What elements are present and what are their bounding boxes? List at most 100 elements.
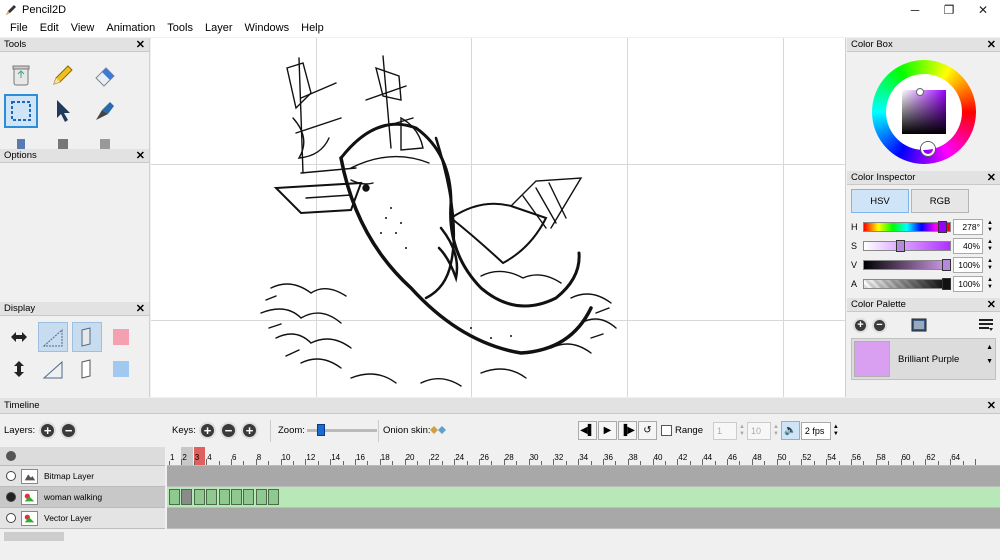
menu-tools[interactable]: Tools	[167, 22, 193, 34]
saturation-spin-arrows[interactable]: ▲ ▼	[984, 238, 996, 254]
hue-slider[interactable]	[863, 220, 951, 233]
layer-row-woman-walking[interactable]: woman walking	[0, 487, 165, 508]
menu-windows[interactable]: Windows	[245, 22, 290, 34]
flip-vertical-button[interactable]	[4, 354, 34, 384]
keyframe[interactable]	[243, 489, 255, 505]
range-end-arrows[interactable]: ▲ ▼	[773, 424, 779, 438]
maximize-button[interactable]: ❐	[932, 0, 966, 19]
alpha-value[interactable]: 100%	[953, 275, 983, 292]
onion-prev-outline-button[interactable]	[38, 354, 68, 384]
keyframe[interactable]	[206, 489, 218, 505]
add-key-button[interactable]: +	[199, 422, 216, 439]
duplicate-key-button[interactable]: +	[241, 422, 258, 439]
close-display-panel-button[interactable]: ✕	[136, 302, 145, 315]
frame-ruler[interactable]: 1 2 3 4 6 8 10 12 14 16 18 20 22 24 26 28 30 32 34 36 38 40 42…	[167, 447, 1000, 466]
close-color-palette-button[interactable]: ✕	[987, 298, 996, 311]
palette-image-icon[interactable]	[911, 318, 927, 332]
onion-skin-icon[interactable]	[429, 424, 447, 439]
layer-row-vector-layer[interactable]: Vector Layer	[0, 508, 165, 529]
layer-visibility-icon[interactable]	[6, 513, 16, 523]
close-timeline-button[interactable]: ✕	[987, 399, 996, 412]
remove-layer-button[interactable]: −	[60, 422, 78, 439]
onion-next-button[interactable]	[72, 322, 102, 352]
add-layer-button[interactable]: +	[39, 422, 57, 439]
jump-to-end-button[interactable]: ▐▶	[618, 421, 637, 440]
color-square-handle[interactable]	[915, 87, 924, 96]
color-wheel-hue-handle[interactable]	[920, 141, 935, 156]
keyframe[interactable]	[231, 489, 242, 505]
keyframe[interactable]	[268, 489, 280, 505]
clear-tool-button[interactable]	[4, 58, 38, 92]
hand-tool-button[interactable]	[4, 130, 38, 149]
toggle-all-visibility-icon[interactable]	[6, 451, 16, 461]
remove-color-icon[interactable]: −	[872, 317, 887, 333]
onion-next-outline-button[interactable]	[72, 354, 102, 384]
alpha-slider[interactable]	[863, 277, 951, 290]
saturation-value[interactable]: 40%	[953, 237, 983, 254]
keyframe[interactable]	[193, 489, 205, 505]
close-color-box-button[interactable]: ✕	[987, 38, 996, 51]
range-start-input[interactable]: 1	[713, 421, 737, 440]
sound-button[interactable]: 🔈	[780, 421, 800, 440]
layer-visibility-icon[interactable]	[6, 492, 16, 502]
range-start-arrows[interactable]: ▲ ▼	[739, 424, 745, 438]
close-tools-panel-button[interactable]: ✕	[136, 38, 145, 51]
drawing-canvas[interactable]	[151, 38, 846, 397]
fps-input[interactable]: 2 fps	[800, 421, 831, 440]
minimize-button[interactable]: ─	[898, 0, 932, 19]
menu-layer[interactable]: Layer	[205, 22, 233, 34]
color-wheel[interactable]	[847, 52, 1000, 171]
keyframe[interactable]	[218, 489, 230, 505]
saturation-slider[interactable]	[863, 239, 951, 252]
keyframe[interactable]	[255, 489, 267, 505]
layer-visibility-icon[interactable]	[6, 471, 16, 481]
palette-menu-icon[interactable]	[978, 318, 994, 332]
close-options-panel-button[interactable]: ✕	[136, 149, 145, 162]
eraser-tool-button[interactable]	[88, 58, 122, 92]
onion-color-next-button[interactable]	[106, 354, 136, 384]
onion-color-prev-button[interactable]	[106, 322, 136, 352]
pen-tool-button[interactable]	[88, 94, 122, 128]
value-value[interactable]: 100%	[953, 256, 983, 273]
menu-file[interactable]: File	[10, 22, 28, 34]
flip-horizontal-button[interactable]	[4, 322, 34, 352]
keyframe[interactable]	[169, 489, 180, 505]
fps-spin-arrows[interactable]: ▲ ▼	[833, 424, 839, 438]
keyframe[interactable]	[181, 489, 193, 505]
select-tool-button[interactable]	[4, 94, 38, 128]
rgb-mode-button[interactable]: RGB	[911, 189, 969, 213]
menu-view[interactable]: View	[71, 22, 95, 34]
move-tool-button[interactable]	[46, 94, 80, 128]
bucket-tool-button[interactable]	[88, 130, 122, 149]
onion-prev-button[interactable]	[38, 322, 68, 352]
zoom-slider[interactable]	[307, 424, 377, 436]
close-color-inspector-button[interactable]: ✕	[987, 171, 996, 184]
value-slider[interactable]	[863, 258, 951, 271]
smudge-tool-button[interactable]	[46, 130, 80, 149]
range-end-input[interactable]: 10	[746, 421, 771, 440]
value-spin-arrows[interactable]: ▲ ▼	[984, 257, 996, 273]
palette-item-brilliant-purple[interactable]: Brilliant Purple ▲ ▼	[851, 338, 996, 380]
range-checkbox[interactable]	[661, 425, 672, 436]
menu-edit[interactable]: Edit	[40, 22, 59, 34]
jump-to-start-button[interactable]: ◀▌	[578, 421, 597, 440]
hue-value[interactable]: 278°	[953, 218, 983, 235]
palette-scroll-arrows[interactable]: ▲ ▼	[986, 341, 993, 369]
track-bitmap-layer[interactable]	[167, 466, 1000, 487]
add-color-icon[interactable]: +	[853, 317, 868, 333]
saturation-value-square[interactable]	[901, 89, 946, 134]
hsv-mode-button[interactable]: HSV	[851, 189, 909, 213]
timeline-horizontal-scrollbar[interactable]	[0, 530, 165, 544]
hue-spin-arrows[interactable]: ▲ ▼	[984, 219, 996, 235]
track-woman-walking[interactable]	[167, 487, 1000, 508]
pencil-tool-button[interactable]	[46, 58, 80, 92]
menu-help[interactable]: Help	[301, 22, 324, 34]
close-window-button[interactable]: ✕	[966, 0, 1000, 19]
play-button[interactable]: ▶	[598, 421, 617, 440]
alpha-spin-arrows[interactable]: ▲ ▼	[984, 276, 996, 292]
loop-button[interactable]: ↺	[638, 421, 657, 440]
menu-animation[interactable]: Animation	[106, 22, 155, 34]
track-vector-layer[interactable]	[167, 508, 1000, 529]
remove-key-button[interactable]: −	[220, 422, 237, 439]
layer-row-bitmap-layer[interactable]: Bitmap Layer	[0, 466, 165, 487]
